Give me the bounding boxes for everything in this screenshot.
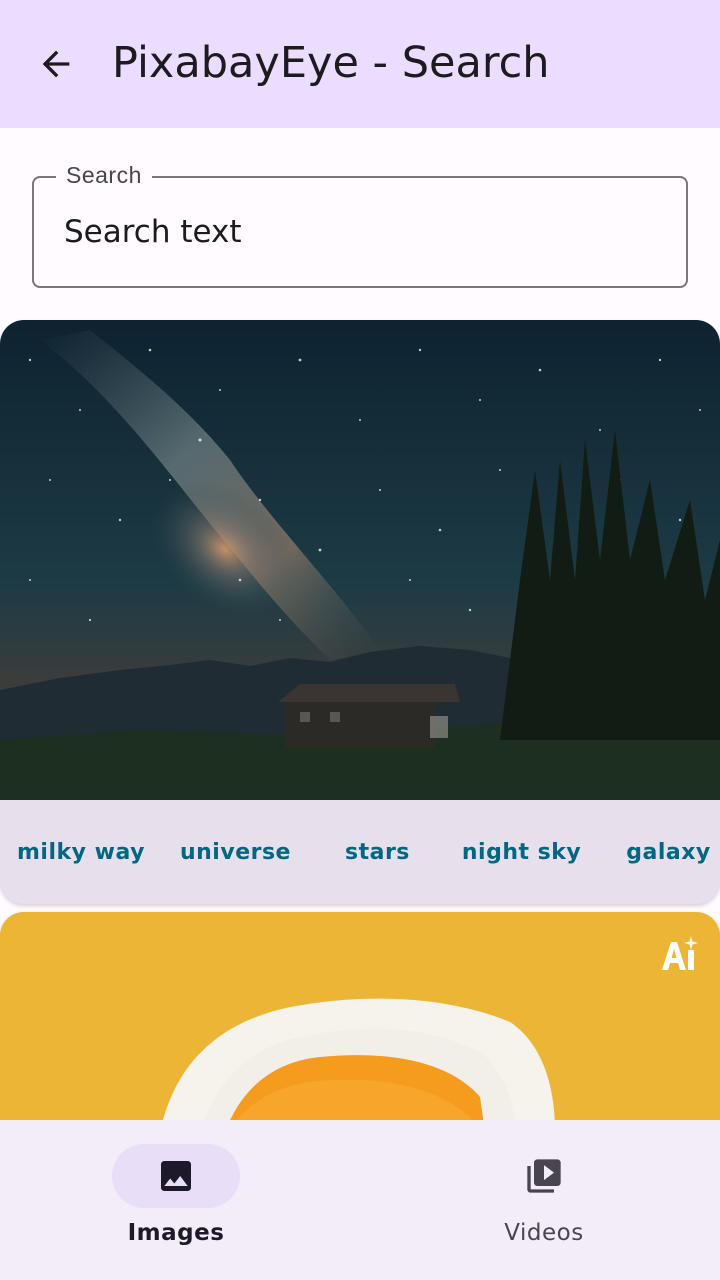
result-card[interactable]: milky way universe stars night sky galax… [0, 320, 720, 904]
search-input[interactable] [64, 208, 654, 256]
ai-generated-icon [662, 936, 698, 970]
bottom-navigation: Images Videos [0, 1120, 720, 1280]
search-field[interactable]: Search [32, 162, 688, 288]
app-screen: PixabayEye - Search Search Search text m… [0, 0, 720, 1280]
tag-chip[interactable]: night sky [462, 840, 581, 865]
tag-chip[interactable]: stars [345, 840, 410, 865]
tag-chip[interactable]: galaxy [626, 840, 711, 865]
result-image-milky-way[interactable] [0, 320, 720, 800]
search-label: Search [56, 162, 152, 189]
nav-label-videos: Videos [504, 1220, 584, 1246]
tag-row: milky way universe stars night sky galax… [0, 800, 720, 904]
tag-chip[interactable]: milky way [17, 840, 145, 865]
milky-way-photo [0, 320, 720, 800]
nav-item-videos[interactable]: Videos [360, 1120, 720, 1280]
arrow-back-icon [42, 50, 70, 78]
back-button[interactable] [24, 32, 88, 96]
top-app-bar: PixabayEye - Search [0, 0, 720, 128]
image-icon [161, 1161, 191, 1191]
result-image-towel[interactable] [0, 912, 720, 1132]
page-title: PixabayEye - Search [112, 38, 550, 88]
tag-chip[interactable]: universe [180, 840, 291, 865]
nav-label-images: Images [127, 1220, 225, 1246]
video-library-icon [527, 1159, 561, 1193]
nav-item-images[interactable]: Images [0, 1120, 360, 1280]
